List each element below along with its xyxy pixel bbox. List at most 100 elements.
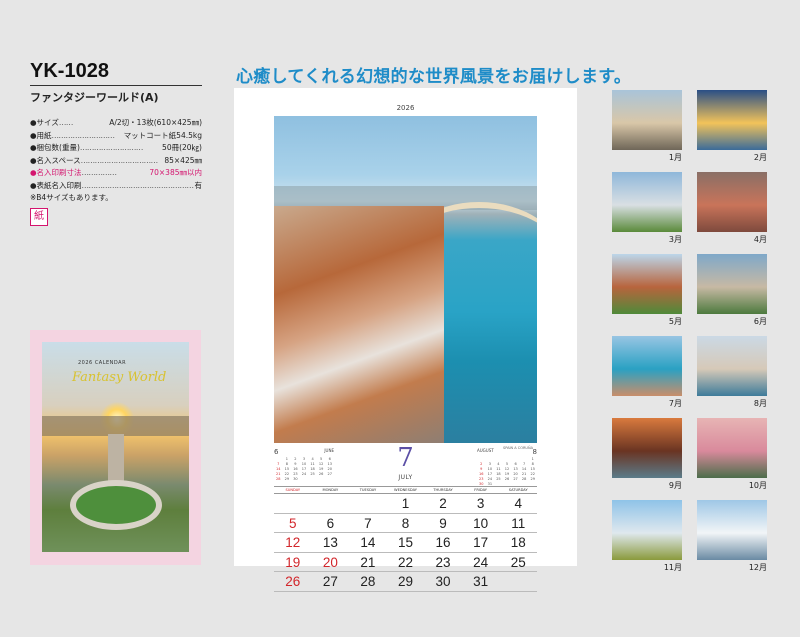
spec-leader: ……………………… [79,143,144,152]
day-cell: 26 [285,574,301,589]
day-cell [499,572,537,591]
spec-leader: …………………………… [80,155,158,165]
spec-label: ●表紙名入印刷 [30,180,82,190]
spec-row: ●梱包数(重量)……………………… 50冊(20㎏) [30,142,202,155]
weekday-label: WEDNESDAY [394,488,417,492]
day-cell: 7 [364,515,372,531]
spec-row: ●名入印刷寸法…………… 70×385㎜以内 [30,167,202,180]
calendar-year: 2026 [396,104,415,112]
month-thumbnail [697,418,767,478]
product-name: ファンタジーワールド(A) [30,91,159,104]
weekday-label: MONDAY [322,488,339,492]
day-cell: 15 [397,535,413,550]
month-thumbnail-label: 1月 [668,153,682,162]
spec-list: ●サイズ…… A/2切・13枚(610×425㎜) ●用紙……………………… マットコ… [30,117,202,192]
weekday-label: SATURDAY [508,488,528,492]
month-grid: SUNDAY MONDAY TUESDAY WEDNESDAY THURSDAY FRID… [274,486,537,592]
month-thumbnail-label: 2月 [753,153,767,162]
paper-icon: 紙 [30,208,48,226]
week-row: 26 27 28 29 30 31 [274,572,537,592]
calendar-page: 2026 SPAIN A CORUÑA 6 JUNE 1 2 3 4 5 6 7 8 9 10 11 1… [234,88,577,592]
month-thumbnail [697,500,767,560]
month-thumbnail [697,172,767,232]
month-thumbnail [612,500,682,560]
day-cell: 17 [473,535,489,550]
day-cell: 23 [435,554,451,570]
product-info: YK-1028 ファンタジーワールド(A) ●サイズ…… A/2切・13枚(610… [30,60,202,226]
headline: 心癒してくれる幻想的な世界風景をお届けします。 [236,67,632,87]
day-cell: 24 [473,554,489,570]
day-cell: 6 [326,515,335,531]
month-number: 7 [397,443,414,473]
month-thumbnail [612,254,682,314]
day-cell: 14 [360,535,376,550]
cover-image: 2026 CALENDAR Fantasy World [30,330,201,565]
weekday-label: FRIDAY [474,488,487,492]
day-cell: 8 [401,515,410,531]
month-thumbnail-label: 9月 [668,481,682,490]
week-row: 19 20 21 22 23 24 25 [274,553,537,572]
month-thumbnail [697,254,767,314]
divider [30,85,202,86]
week-row: 5 6 7 8 9 10 11 [274,514,537,533]
spec-label: ●梱包数(重量) [30,143,80,152]
spec-value: 有 [194,180,203,190]
month-thumbnail [612,90,682,150]
cover-calendar-text: 2026 CALENDAR [78,360,127,366]
spec-label: ●名入印刷寸法 [30,168,82,177]
cover-photo: 2026 CALENDAR Fantasy World [42,342,189,552]
day-cell: 2 [439,496,447,511]
cover-logo: Fantasy World [72,370,167,385]
day-cell: 18 [510,535,526,550]
spec-leader: ………………………………………… [81,180,194,190]
month-thumbnail [697,336,767,396]
month-thumbnail-label: 7月 [668,399,682,408]
day-cell [274,494,312,513]
month-thumbnail [612,336,682,396]
spec-row: ●サイズ…… A/2切・13枚(610×425㎜) [30,117,202,130]
week-row: 12 13 14 15 16 17 18 [274,533,537,553]
day-cell: 5 [289,515,297,531]
calendar-photo [274,116,537,443]
weekday-label: TUESDAY [359,488,377,492]
month-thumbnail-label: 12月 [748,563,767,572]
spec-value: 70×385㎜以内 [149,168,202,177]
month-thumbnail [612,418,682,478]
month-thumbnail [697,90,767,150]
month-thumbnail-label: 8月 [753,399,767,408]
day-cell: 10 [473,515,489,531]
day-cell: 3 [476,496,485,511]
day-cell: 31 [473,574,489,589]
month-thumbnail-label: 11月 [663,563,682,572]
spec-leader: …… [58,118,74,127]
spec-value: A/2切・13枚(610×425㎜) [109,118,202,127]
day-cell: 4 [514,496,522,511]
day-cell: 27 [322,574,338,589]
month-thumbnail-label: 4月 [753,235,767,244]
day-cell: 28 [360,574,376,589]
weekday-label: THURSDAY [433,488,453,492]
day-cell: 1 [401,496,410,511]
spec-value: 85×425㎜ [164,155,202,165]
day-cell: 9 [439,515,447,531]
spec-leader: ……………………… [51,130,116,140]
day-cell: 22 [397,554,413,570]
month-thumbnail-label: 10月 [748,481,767,490]
week-row: 1 2 3 4 [274,494,537,514]
day-cell: 29 [397,574,413,589]
day-cell: 30 [435,574,451,589]
spec-value: マットコート紙54.5kg [123,130,202,140]
spec-leader: …………… [81,168,117,177]
spec-value: 50冊(20㎏) [162,143,202,152]
day-cell: 20 [322,554,338,570]
day-cell: 16 [435,535,451,550]
month-thumbnail-label: 5月 [668,317,682,326]
day-cell: 11 [511,515,526,531]
size-note: ※B4サイズもあります。 [30,193,113,202]
day-cell: 19 [285,554,301,570]
month-name: JULY [398,474,413,481]
month-thumbnail-label: 3月 [668,235,682,244]
day-cell: 21 [360,554,376,570]
day-cell: 12 [285,535,301,550]
spec-row: ●用紙……………………… マットコート紙54.5kg [30,130,202,143]
